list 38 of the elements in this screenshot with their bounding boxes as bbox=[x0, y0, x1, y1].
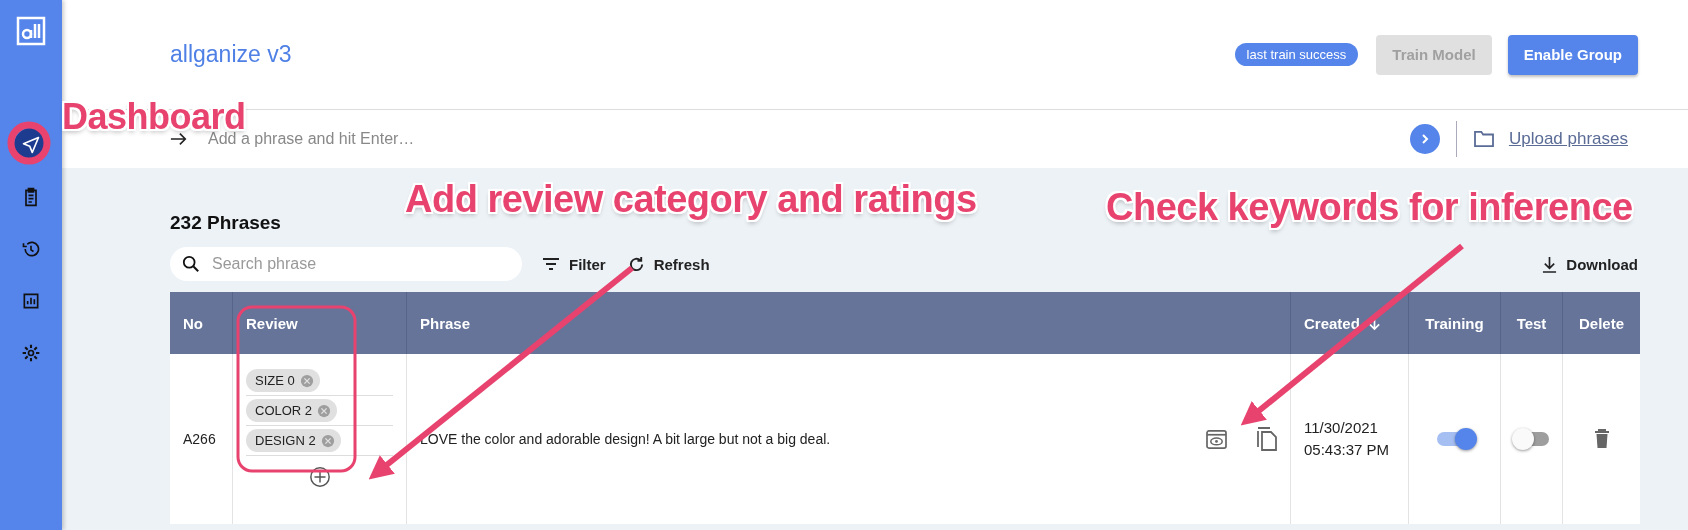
phrase-count: 232 Phrases bbox=[170, 212, 282, 234]
callout-text: Check keywords for inference bbox=[1106, 186, 1633, 229]
review-chip[interactable]: COLOR 2 bbox=[246, 399, 338, 422]
trash-icon[interactable] bbox=[1593, 429, 1610, 449]
status-badge: last train success bbox=[1234, 43, 1359, 66]
chart-icon bbox=[21, 291, 41, 311]
add-icon[interactable] bbox=[308, 466, 331, 488]
callout-text: Add review category and ratings bbox=[405, 178, 977, 221]
toolbar-button[interactable]: Filter bbox=[540, 255, 608, 273]
table-cell: A266 bbox=[170, 354, 233, 524]
paper-plane-icon bbox=[21, 135, 41, 155]
logo-icon bbox=[16, 16, 46, 46]
header-button[interactable]: Enable Group bbox=[1507, 34, 1638, 75]
column-header: Test bbox=[1501, 292, 1563, 354]
app-title: allganize v3 bbox=[170, 41, 293, 68]
history-icon bbox=[21, 239, 41, 259]
column-header: Training bbox=[1409, 292, 1501, 354]
submit-button[interactable] bbox=[1409, 124, 1440, 154]
upload-link[interactable]: Upload phrases bbox=[1508, 129, 1628, 149]
filter-icon bbox=[542, 257, 560, 271]
column-header: Delete bbox=[1578, 313, 1625, 334]
created-date: 11/30/2021 05:43:37 PM bbox=[1291, 354, 1409, 524]
download-button[interactable]: Download bbox=[1540, 255, 1640, 273]
refresh-icon bbox=[627, 255, 645, 273]
column-header: No bbox=[170, 292, 233, 354]
column-header: Review bbox=[233, 292, 407, 354]
review-chip[interactable]: DESIGN 2 bbox=[246, 429, 341, 452]
folder-icon bbox=[1472, 130, 1495, 148]
eye-window-icon[interactable] bbox=[1206, 429, 1227, 449]
download-icon bbox=[1542, 255, 1558, 273]
toolbar-button[interactable]: Refresh bbox=[625, 255, 712, 273]
search-field[interactable]: Search phrase bbox=[170, 247, 522, 281]
highlight-circle bbox=[7, 121, 51, 165]
settings-icon bbox=[21, 343, 41, 363]
column-header: Created bbox=[1291, 292, 1409, 354]
review-chip[interactable]: SIZE 0 bbox=[246, 369, 320, 392]
column-header: Phrase bbox=[407, 292, 1291, 354]
copy-icon[interactable] bbox=[1257, 427, 1277, 451]
